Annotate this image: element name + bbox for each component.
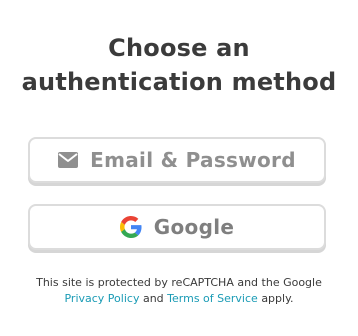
recaptcha-notice: This site is protected by reCAPTCHA and …: [0, 275, 358, 307]
terms-of-service-link[interactable]: Terms of Service: [167, 292, 258, 305]
recaptcha-notice-line-1: This site is protected by reCAPTCHA and …: [36, 276, 322, 289]
recaptcha-notice-line-2: Privacy Policy and Terms of Service appl…: [0, 291, 358, 307]
page-title-line-1: Choose an: [108, 34, 250, 62]
auth-method-page: Choose an authentication method Email & …: [0, 0, 358, 336]
privacy-policy-link[interactable]: Privacy Policy: [64, 292, 139, 305]
page-title-line-2: authentication method: [21, 68, 337, 96]
email-password-button[interactable]: Email & Password: [28, 137, 326, 183]
apply-text: apply.: [261, 292, 294, 305]
envelope-icon: [58, 152, 79, 168]
and-text: and: [142, 292, 164, 305]
page-title: Choose an authentication method: [0, 31, 358, 99]
email-password-button-label: Email & Password: [90, 148, 296, 172]
google-signin-button-label: Google: [153, 215, 235, 239]
google-signin-button[interactable]: Google: [28, 204, 326, 250]
google-g-icon: [119, 216, 142, 238]
